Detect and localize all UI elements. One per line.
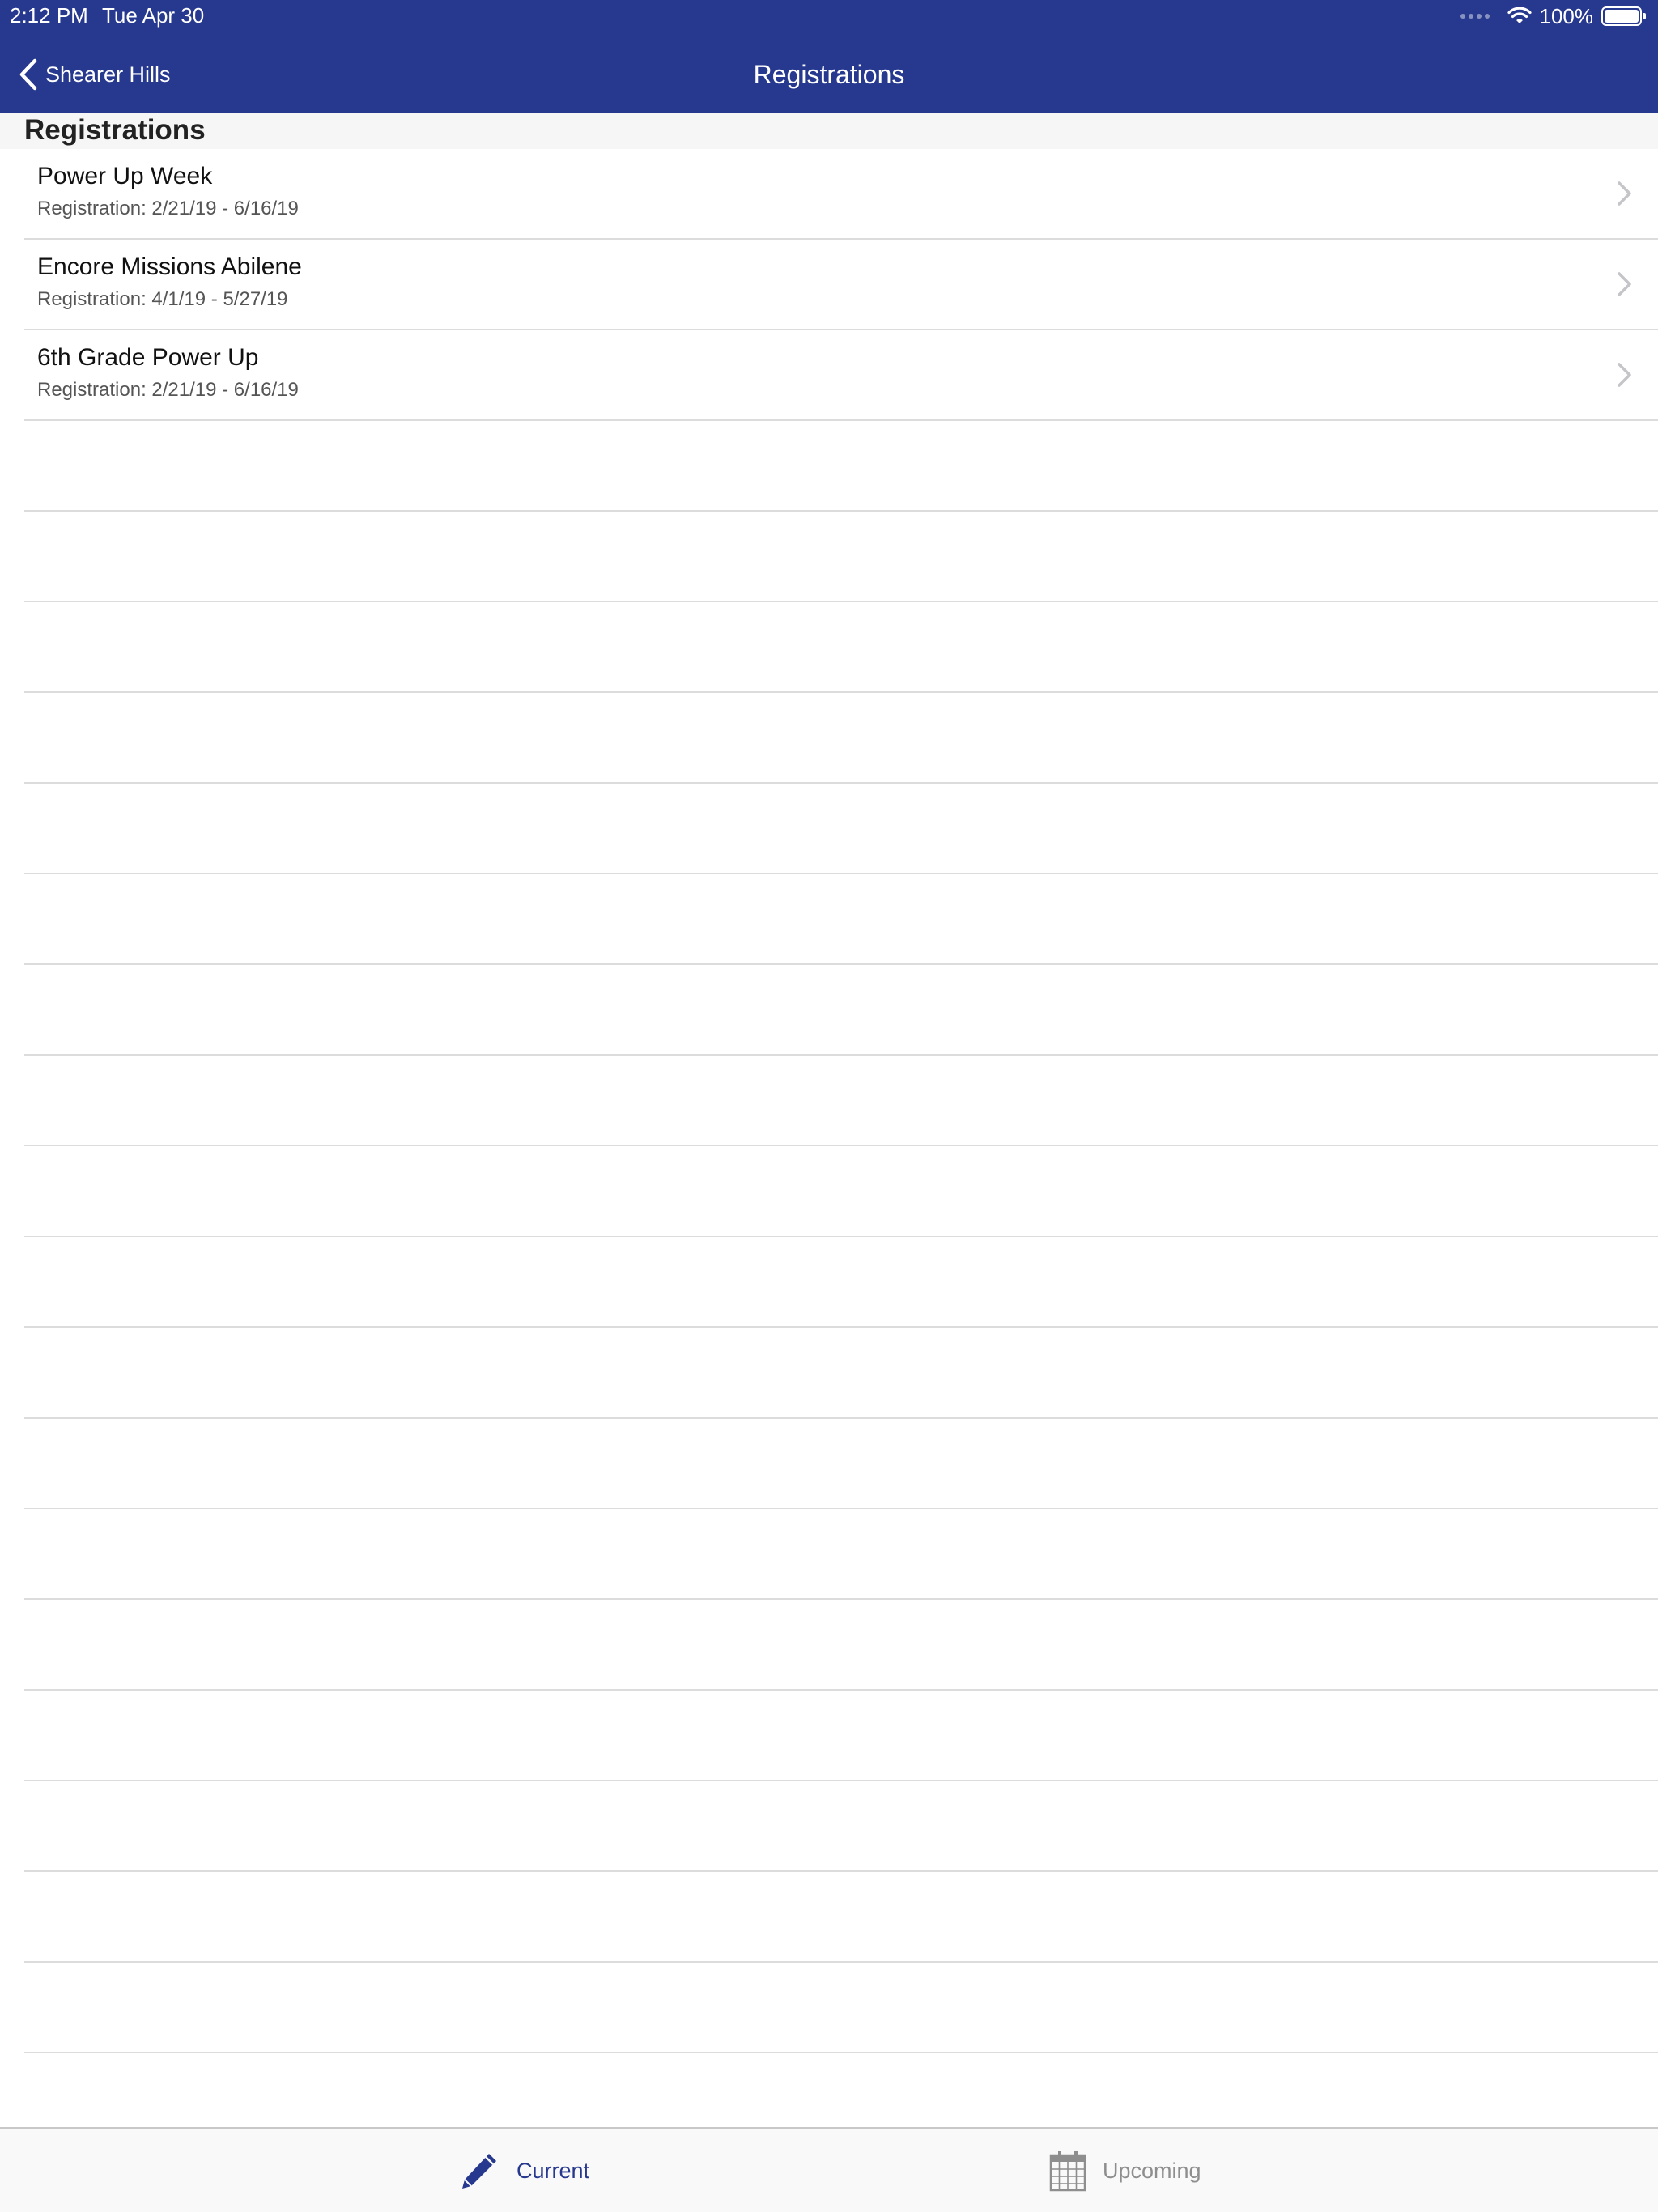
empty-row — [24, 1328, 1658, 1419]
empty-row — [24, 1146, 1658, 1237]
list-item-subtitle: Registration: 2/21/19 - 6/16/19 — [37, 198, 299, 219]
list-item[interactable]: Encore Missions Abilene Registration: 4/… — [24, 240, 1658, 330]
empty-row — [24, 1963, 1658, 2053]
list-item[interactable]: 6th Grade Power Up Registration: 2/21/19… — [24, 330, 1658, 421]
section-header-label: Registrations — [24, 114, 206, 146]
empty-row — [24, 784, 1658, 874]
empty-row — [24, 1600, 1658, 1691]
tab-upcoming-label: Upcoming — [1103, 2158, 1201, 2183]
tab-current[interactable]: Current — [458, 2129, 589, 2212]
empty-row — [24, 874, 1658, 965]
chevron-right-icon — [1618, 181, 1631, 206]
empty-row — [24, 1509, 1658, 1600]
list-item-title: Encore Missions Abilene — [37, 253, 302, 280]
empty-row — [24, 1781, 1658, 1872]
list-item-title: 6th Grade Power Up — [37, 344, 259, 371]
chevron-right-icon — [1618, 363, 1631, 387]
empty-row — [24, 1872, 1658, 1963]
status-indicators: 100% — [1460, 2, 1646, 30]
list-item[interactable]: Power Up Week Registration: 2/21/19 - 6/… — [24, 149, 1658, 240]
list-item-subtitle: Registration: 4/1/19 - 5/27/19 — [37, 288, 288, 310]
calendar-icon — [1049, 2151, 1086, 2192]
empty-row — [24, 1691, 1658, 1781]
status-time: 2:12 PM — [10, 3, 88, 28]
empty-row — [24, 693, 1658, 784]
pencil-icon — [462, 2154, 496, 2189]
empty-row — [24, 512, 1658, 602]
empty-row — [24, 965, 1658, 1056]
list-item-title: Power Up Week — [37, 163, 213, 189]
status-date: Tue Apr 30 — [102, 3, 205, 28]
empty-row — [24, 1419, 1658, 1509]
top-bar: 2:12 PM Tue Apr 30 100% Shearer Hills Re… — [0, 0, 1658, 113]
tab-upcoming[interactable]: Upcoming — [1049, 2129, 1201, 2212]
battery-percent: 100% — [1539, 3, 1594, 28]
empty-row — [24, 1056, 1658, 1146]
chevron-right-icon — [1618, 272, 1631, 296]
tab-current-label: Current — [517, 2158, 590, 2183]
empty-row — [24, 421, 1658, 512]
list-item-subtitle: Registration: 2/21/19 - 6/16/19 — [37, 379, 299, 401]
section-header: Registrations — [0, 113, 1658, 149]
page-title: Registrations — [753, 60, 905, 89]
cellular-signal-icon — [1460, 14, 1490, 19]
battery-icon — [1601, 6, 1646, 26]
empty-row — [24, 602, 1658, 693]
empty-row — [24, 1237, 1658, 1328]
wifi-icon — [1507, 7, 1532, 23]
registrations-list: Power Up Week Registration: 2/21/19 - 6/… — [0, 149, 1658, 2144]
tab-bar: Current Upcoming — [0, 2127, 1658, 2212]
